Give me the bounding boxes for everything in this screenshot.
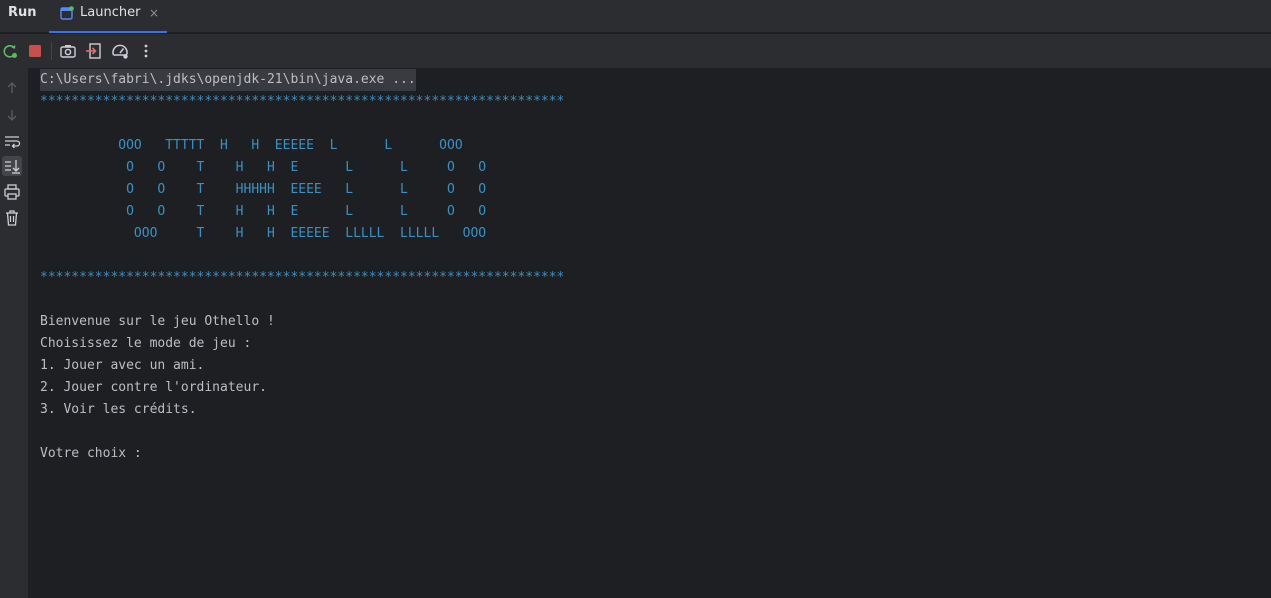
rerun-button[interactable] xyxy=(0,41,20,61)
exit-button[interactable] xyxy=(84,41,104,61)
mode-prompt: Choisissez le mode de jeu : xyxy=(40,336,252,351)
stop-button[interactable] xyxy=(25,41,45,61)
command-line[interactable]: C:\Users\fabri\.jdks\openjdk-21\bin\java… xyxy=(40,69,416,91)
stars-line-top: ****************************************… xyxy=(40,94,565,109)
menu-option: 2. Jouer contre l'ordinateur. xyxy=(40,380,267,395)
run-toolbar xyxy=(0,34,1271,68)
down-button[interactable] xyxy=(2,105,22,125)
rerun-icon xyxy=(3,44,17,58)
banner-line: OOO T H H EEEEE LLLLL LLLLL OOO xyxy=(40,226,487,241)
exit-icon xyxy=(86,43,101,59)
welcome-text: Bienvenue sur le jeu Othello ! xyxy=(40,314,275,329)
choice-prompt: Votre choix : xyxy=(40,446,142,461)
screenshot-button[interactable] xyxy=(58,41,78,61)
tab-launcher[interactable]: Launcher × xyxy=(49,0,167,33)
camera-icon xyxy=(60,45,76,58)
console-sidebar xyxy=(0,68,28,598)
application-run-icon xyxy=(60,6,74,20)
arrow-down-icon xyxy=(7,110,17,121)
clear-all-button[interactable] xyxy=(2,208,22,228)
banner-line: OOO TTTTT H H EEEEE L L OOO xyxy=(40,138,463,153)
more-vertical-icon xyxy=(144,44,148,58)
stars-line-bottom: ****************************************… xyxy=(40,270,565,285)
banner-line: O O T H H E L L O O xyxy=(40,204,487,219)
trash-icon xyxy=(6,210,18,226)
more-options-button[interactable] xyxy=(136,41,156,61)
printer-icon xyxy=(4,184,20,200)
tab-label: Launcher xyxy=(80,5,141,20)
banner-line: O O T HHHHH EEEE L L O O xyxy=(40,182,487,197)
banner-line: O O T H H E L L O O xyxy=(40,160,487,175)
soft-wrap-button[interactable] xyxy=(2,131,22,151)
run-panel-title: Run xyxy=(8,5,37,20)
close-icon[interactable]: × xyxy=(149,6,159,20)
speedometer-icon xyxy=(112,44,128,59)
run-tool-window-header: Run Launcher × xyxy=(0,0,1271,33)
profiler-button[interactable] xyxy=(110,41,130,61)
toolbar-separator xyxy=(51,42,52,60)
menu-option: 1. Jouer avec un ami. xyxy=(40,358,205,373)
menu-option: 3. Voir les crédits. xyxy=(40,402,197,417)
scroll-to-end-button[interactable] xyxy=(2,156,22,176)
console-output[interactable]: C:\Users\fabri\.jdks\openjdk-21\bin\java… xyxy=(28,68,1271,598)
scroll-to-end-icon xyxy=(5,160,20,174)
arrow-up-icon xyxy=(7,82,17,93)
up-button[interactable] xyxy=(2,78,22,98)
stop-icon xyxy=(29,45,41,57)
print-button[interactable] xyxy=(2,182,22,202)
soft-wrap-icon xyxy=(5,136,21,149)
